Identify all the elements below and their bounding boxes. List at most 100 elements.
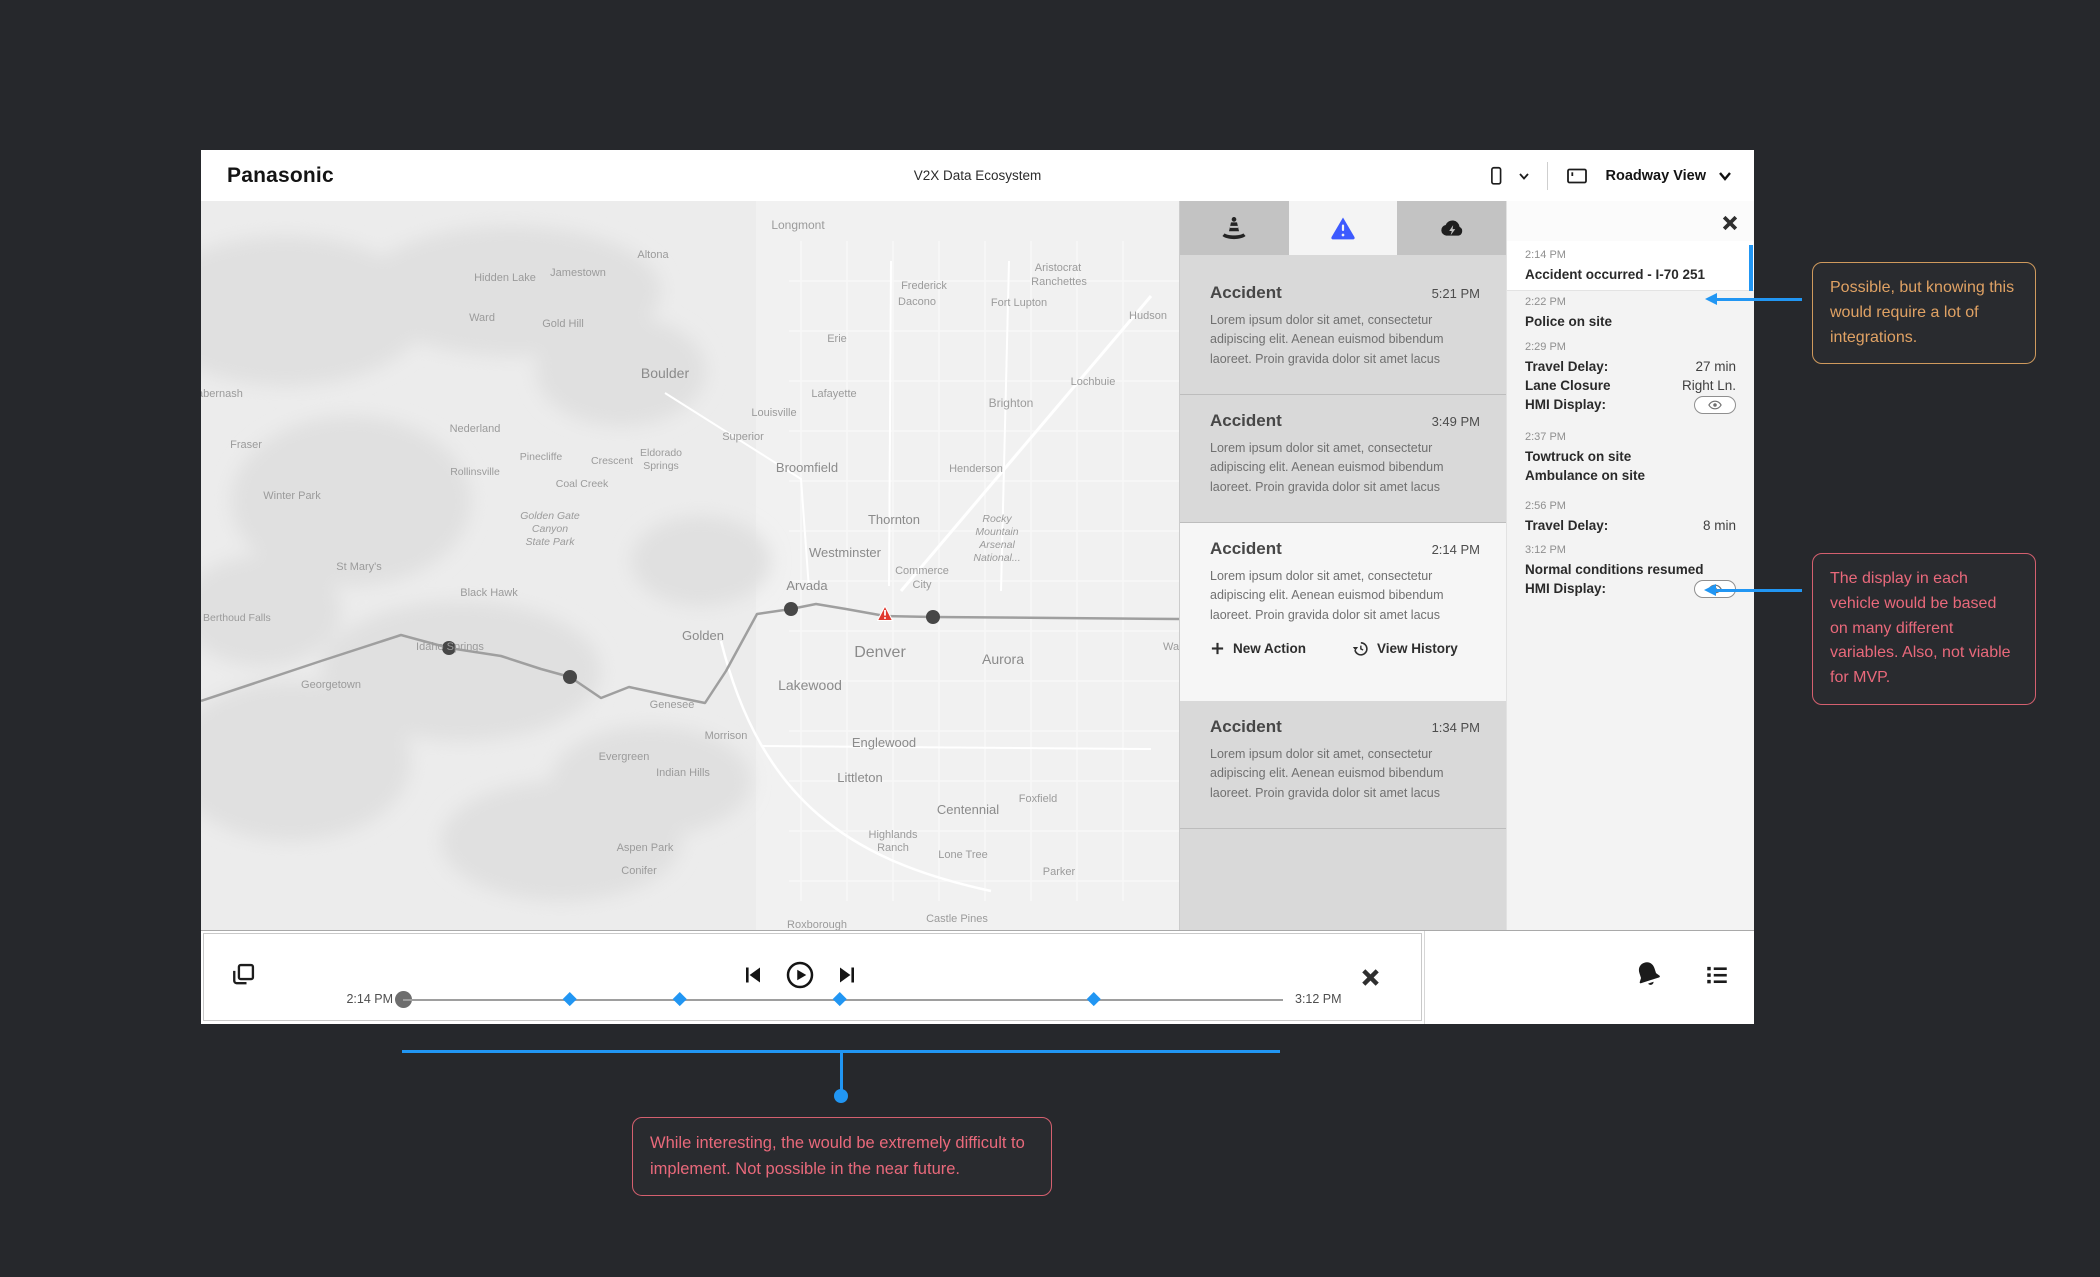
map-label: Gold Hill [542, 318, 584, 330]
event-group[interactable]: 2:56 PM Travel Delay: 8 min [1507, 500, 1754, 535]
storm-cloud-icon [1440, 220, 1462, 236]
map-label: Commerce [895, 565, 949, 577]
event-time: 2:37 PM [1525, 431, 1566, 443]
scrollbar[interactable] [1749, 245, 1753, 291]
vehicle-marker[interactable] [563, 670, 577, 684]
map-label: Georgetown [301, 679, 361, 691]
map-label: Brighton [989, 396, 1034, 410]
map-label: Lafayette [811, 388, 856, 400]
event-label: Lane Closure [1525, 378, 1611, 393]
accident-card[interactable]: Accident 1:34 PM Lorem ipsum dolor sit ame… [1180, 701, 1506, 829]
event-group[interactable]: 2:29 PM Travel Delay: 27 min Lane Closure Ri… [1507, 341, 1754, 414]
vehicle-marker[interactable] [926, 610, 940, 624]
annotation-arrow-line [1717, 298, 1802, 301]
card-body: Lorem ipsum dolor sit amet, consectetur … [1210, 569, 1444, 622]
map-label: Nederland [450, 423, 501, 435]
event-label: HMI Display: [1525, 397, 1607, 412]
map-label: Coal Creek [556, 478, 609, 490]
vehicle-marker[interactable] [784, 602, 798, 616]
plus-icon [1211, 643, 1224, 655]
mobile-preview-icon[interactable] [1485, 164, 1507, 188]
tab-incidents[interactable] [1288, 201, 1398, 255]
event-log-top [1507, 201, 1754, 241]
app-window: Panasonic V2X Data Ecosystem Roadway Vie… [201, 150, 1754, 1024]
close-icon[interactable] [1359, 966, 1382, 989]
tab-roadwork[interactable] [1180, 201, 1289, 255]
view-selector[interactable]: Roadway View [1606, 168, 1706, 184]
timeline-start-label: 2:14 PM [346, 992, 393, 1006]
map-label: Ranch [877, 842, 909, 854]
event-title: Police on site [1525, 314, 1613, 329]
hmi-display-toggle[interactable] [1694, 395, 1736, 414]
close-icon[interactable] [1720, 213, 1740, 233]
map-label: Canyon [532, 523, 568, 535]
map-label: Superior [722, 431, 764, 443]
event-group[interactable]: 2:14 PM Accident occurred - I-70 251 [1507, 241, 1754, 291]
skip-back-button[interactable] [741, 963, 765, 987]
map-label: St Mary's [336, 561, 382, 573]
playback-bar: 2:14 PM 3:12 PM [201, 930, 1754, 1024]
map-label: Foxfield [1019, 793, 1058, 805]
timeline-track[interactable] [403, 991, 1283, 1005]
event-time: 3:12 PM [1525, 544, 1566, 556]
chevron-down-icon[interactable] [1716, 168, 1734, 184]
map-label: Frederick [901, 280, 947, 292]
play-button[interactable] [785, 960, 815, 990]
event-list-icon[interactable] [1703, 962, 1731, 988]
card-time: 5:21 PM [1431, 286, 1480, 301]
map-label: Hudson [1129, 310, 1167, 322]
map-label: Boulder [641, 365, 690, 381]
traffic-cone-icon [1222, 217, 1246, 240]
incident-panel: Accident 5:21 PM Lorem ipsum dolor sit ame… [1179, 201, 1507, 930]
accident-card[interactable]: Accident 3:49 PM Lorem ipsum dolor sit ame… [1180, 395, 1506, 523]
map-label: Henderson [949, 463, 1003, 475]
event-group[interactable]: 2:37 PM Towtruck on site Ambulance on site [1507, 431, 1754, 485]
chevron-down-icon[interactable] [1517, 169, 1531, 183]
map-label: Parker [1043, 866, 1076, 878]
map-label: Watt [1163, 641, 1179, 653]
map-label: Castle Pines [926, 913, 988, 925]
panel-layout-icon[interactable] [1564, 164, 1590, 188]
map-label: Fraser [230, 439, 262, 451]
map-label: Winter Park [263, 490, 321, 502]
map-label: Aristocrat [1035, 262, 1081, 274]
annotation-bracket-vertical [840, 1050, 843, 1092]
map-label: Thornton [868, 512, 920, 527]
annotation-arrow-line [1716, 589, 1802, 592]
notifications-bell-icon[interactable] [1629, 955, 1667, 993]
event-log-panel: 2:14 PM Accident occurred - I-70 251 2:22 … [1506, 201, 1754, 930]
map-label: Lochbuie [1071, 376, 1116, 388]
annotation-note-integrations: Possible, but knowing this would require… [1812, 262, 2036, 365]
accident-card[interactable]: Accident 5:21 PM Lorem ipsum dolor sit ame… [1180, 267, 1506, 395]
new-action-button[interactable]: New Action [1210, 641, 1306, 656]
card-title: Accident [1210, 283, 1282, 302]
map-label: Highlands [869, 829, 918, 841]
map-label: City [913, 579, 932, 591]
annotation-note-hmi: The display in each vehicle would be bas… [1812, 553, 2036, 705]
card-title: Accident [1210, 411, 1282, 430]
map-label: Crescent [591, 455, 633, 467]
warning-triangle-icon [1331, 217, 1355, 240]
map-label: Morrison [705, 730, 748, 742]
map-label: Indian Hills [656, 767, 710, 779]
map-label: Arvada [786, 578, 828, 593]
map-label: Jamestown [550, 267, 606, 279]
map-label: National... [973, 552, 1020, 564]
map-label: Rollinsville [450, 466, 500, 478]
card-time: 2:14 PM [1431, 542, 1480, 557]
expand-windows-icon[interactable] [229, 961, 257, 989]
event-row: Lane Closure Right Ln. [1525, 376, 1736, 395]
view-history-button[interactable]: View History [1352, 640, 1458, 657]
skip-forward-button[interactable] [835, 963, 859, 987]
map-label: Golden Gate [520, 510, 580, 522]
annotation-arrow-head [1705, 293, 1717, 305]
accident-card[interactable]: Accident 2:14 PM Lorem ipsum dolor sit ame… [1180, 523, 1506, 701]
header-divider [1546, 161, 1548, 190]
map-label: State Park [525, 536, 575, 548]
event-row: HMI Display: [1525, 395, 1736, 414]
map-label: Louisville [751, 407, 796, 419]
roadway-map[interactable]: Longmont Altona Hidden Lake Jamestown Ward Go… [201, 201, 1179, 930]
map-label: Golden [682, 628, 724, 643]
tab-weather[interactable] [1397, 201, 1507, 255]
map-label: Berthoud Falls [203, 612, 271, 624]
